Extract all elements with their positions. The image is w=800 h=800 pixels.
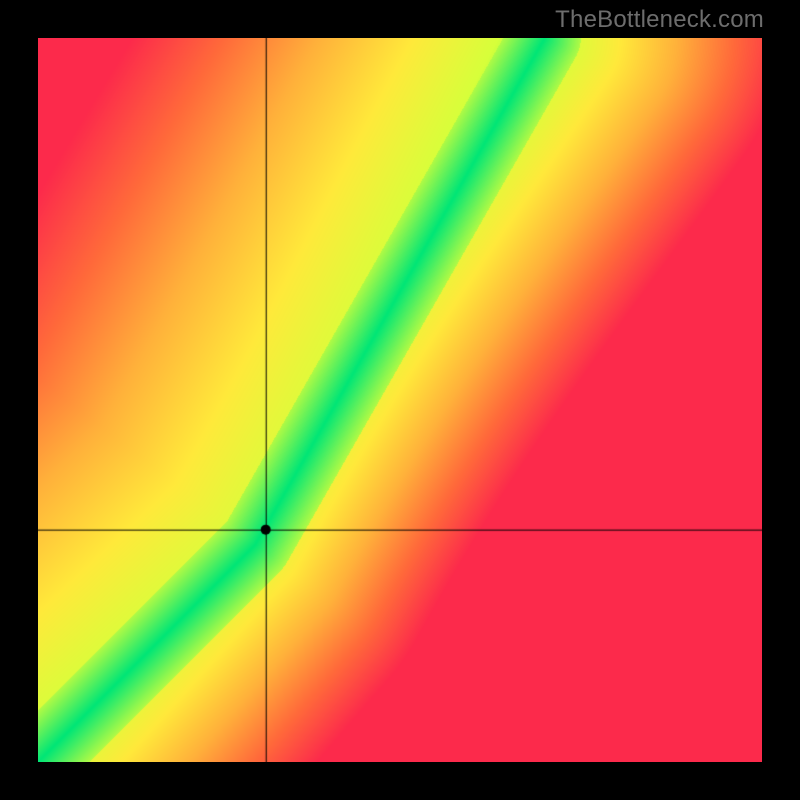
- heatmap-plot: [38, 38, 762, 762]
- watermark-text: TheBottleneck.com: [555, 6, 764, 34]
- heatmap-canvas: [38, 38, 762, 762]
- chart-frame: TheBottleneck.com: [0, 0, 800, 800]
